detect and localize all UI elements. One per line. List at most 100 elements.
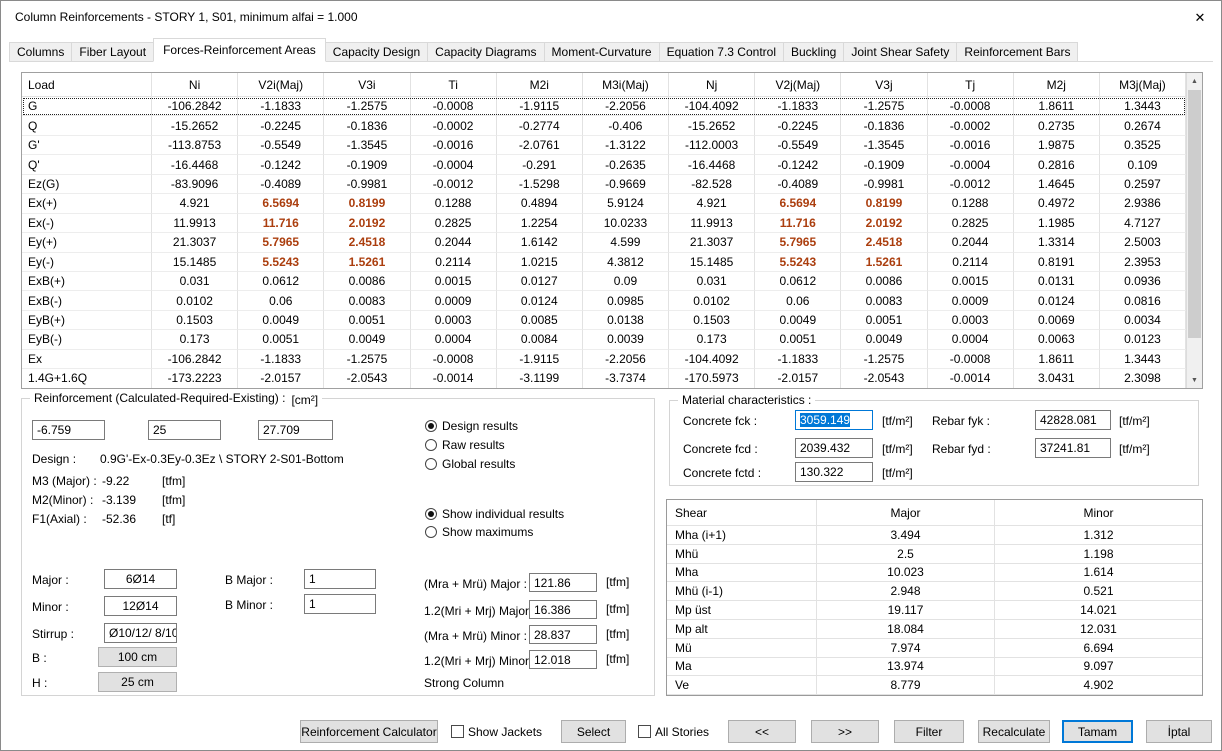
forces-row-exb[interactable]: ExB(-)0.01020.060.00830.00090.01240.0985… (22, 291, 1186, 310)
all-stories-checkbox[interactable]: All Stories (638, 720, 709, 743)
show-jackets-checkbox[interactable]: Show Jackets (451, 720, 542, 743)
cancel-button[interactable]: İptal (1146, 720, 1212, 743)
checkbox-icon[interactable] (638, 725, 651, 738)
radio-icon[interactable] (425, 526, 437, 538)
b-major-field[interactable]: 1 (304, 569, 376, 589)
radio-raw-results[interactable]: Raw results (425, 438, 505, 452)
h-value-box[interactable]: 25 cm (98, 672, 177, 692)
forces-row-g[interactable]: G-106.2842-1.1833-1.2575-0.0008-1.9115-2… (22, 97, 1186, 116)
rebar-fyd-field[interactable]: 37241.81 (1035, 438, 1111, 458)
forces-row-ex[interactable]: Ex(+)4.9216.56940.81990.12880.48945.9124… (22, 194, 1186, 213)
forces-column-header-ti[interactable]: Ti (411, 73, 497, 97)
shear-major-cell: 10.023 (817, 564, 995, 583)
shear-major-cell: 8.779 (817, 676, 995, 695)
tab-reinforcement-bars[interactable]: Reinforcement Bars (956, 42, 1078, 62)
forces-row-g[interactable]: G'-113.8753-0.5549-1.3545-0.0016-2.0761-… (22, 136, 1186, 155)
tab-capacity-diagrams[interactable]: Capacity Diagrams (427, 42, 544, 62)
required-area-field[interactable]: 25 (148, 420, 221, 440)
radio-icon[interactable] (425, 458, 437, 470)
concrete-fctd-field[interactable]: 130.322 (795, 462, 873, 482)
forces-row-ex[interactable]: Ex-106.2842-1.1833-1.2575-0.0008-1.9115-… (22, 350, 1186, 369)
checkbox-icon[interactable] (451, 725, 464, 738)
value-cell: -0.4089 (238, 175, 324, 194)
forces-column-header-v3i[interactable]: V3i (324, 73, 410, 97)
radio-global-results[interactable]: Global results (425, 457, 515, 471)
rebar-fyk-field[interactable]: 42828.081 (1035, 410, 1111, 430)
recalculate-button[interactable]: Recalculate (978, 720, 1050, 743)
calculated-area-field[interactable]: -6.759 (32, 420, 105, 440)
tab-moment-curvature[interactable]: Moment-Curvature (544, 42, 660, 62)
mri-mrj-minor-field[interactable]: 12.018 (529, 650, 597, 669)
concrete-fck-field[interactable]: 3059.149 (795, 410, 873, 430)
mra-mru-minor-field[interactable]: 28.837 (529, 625, 597, 644)
forces-row-1-4g-1-6q[interactable]: 1.4G+1.6Q-173.2223-2.0157-2.0543-0.0014-… (22, 369, 1186, 388)
forces-row-eyb[interactable]: EyB(+)0.15030.00490.00510.00030.00850.01… (22, 311, 1186, 330)
tab-equation-7-3-control[interactable]: Equation 7.3 Control (659, 42, 784, 62)
radio-show-maximums[interactable]: Show maximums (425, 525, 533, 539)
forces-column-header-load[interactable]: Load (22, 73, 152, 97)
radio-show-individual-results[interactable]: Show individual results (425, 507, 564, 521)
forces-column-header-m2i[interactable]: M2i (497, 73, 583, 97)
tab-capacity-design[interactable]: Capacity Design (325, 42, 428, 62)
existing-area-field[interactable]: 27.709 (258, 420, 333, 440)
select-button[interactable]: Select (561, 720, 626, 743)
filter-button[interactable]: Filter (894, 720, 964, 743)
material-group: Material characteristics : Concrete fck … (669, 400, 1199, 486)
vertical-scrollbar[interactable]: ▲ ▼ (1186, 73, 1202, 388)
forces-row-ez-g[interactable]: Ez(G)-83.9096-0.4089-0.9981-0.0012-1.529… (22, 175, 1186, 194)
value-cell: 15.1485 (152, 253, 238, 272)
value-cell: 0.0985 (583, 291, 669, 310)
tab-columns[interactable]: Columns (9, 42, 72, 62)
tab-buckling[interactable]: Buckling (783, 42, 844, 62)
b-value-box[interactable]: 100 cm (98, 647, 177, 667)
b-minor-field[interactable]: 1 (304, 594, 376, 614)
tab-joint-shear-safety[interactable]: Joint Shear Safety (843, 42, 957, 62)
forces-column-header-nj[interactable]: Nj (669, 73, 755, 97)
mra-mru-major-field[interactable]: 121.86 (529, 573, 597, 592)
mri-mrj-major-field[interactable]: 16.386 (529, 600, 597, 619)
forces-column-header-m3i-maj[interactable]: M3i(Maj) (583, 73, 669, 97)
forces-column-header-ni[interactable]: Ni (152, 73, 238, 97)
major-rebar-field[interactable]: 6Ø14 (104, 569, 177, 589)
forces-column-header-m3j-maj[interactable]: M3j(Maj) (1100, 73, 1186, 97)
forces-row-eyb[interactable]: EyB(-)0.1730.00510.00490.00040.00840.003… (22, 330, 1186, 349)
forces-column-header-v2j-maj[interactable]: V2j(Maj) (755, 73, 841, 97)
close-icon[interactable]: ✕ (1189, 7, 1211, 29)
forces-row-ex[interactable]: Ex(-)11.991311.7162.01920.28251.225410.0… (22, 214, 1186, 233)
forces-column-header-v2i-maj[interactable]: V2i(Maj) (238, 73, 324, 97)
tab-forces-reinforcement-areas[interactable]: Forces-Reinforcement Areas (153, 38, 326, 62)
previous-button[interactable]: << (728, 720, 796, 743)
reinforcement-calculator-button[interactable]: Reinforcement Calculator (300, 720, 438, 743)
forces-row-ey[interactable]: Ey(+)21.30375.79652.45180.20441.61424.59… (22, 233, 1186, 252)
next-button[interactable]: >> (811, 720, 879, 743)
value-cell: 1.0215 (497, 253, 583, 272)
value-cell: 6.5694 (238, 194, 324, 213)
load-case-cell: Ey(+) (22, 233, 152, 252)
scrollbar-thumb[interactable] (1188, 90, 1201, 338)
minor-rebar-field[interactable]: 12Ø14 (104, 596, 177, 616)
tab-fiber-layout[interactable]: Fiber Layout (71, 42, 154, 62)
forces-table-body: G-106.2842-1.1833-1.2575-0.0008-1.9115-2… (22, 97, 1186, 388)
stirrup-field[interactable]: Ø10/12/ 8/10 (104, 623, 177, 643)
dialog-window: Column Reinforcements - STORY 1, S01, mi… (0, 0, 1222, 751)
forces-column-header-v3j[interactable]: V3j (841, 73, 927, 97)
forces-row-exb[interactable]: ExB(+)0.0310.06120.00860.00150.01270.090… (22, 272, 1186, 291)
radio-design-results[interactable]: Design results (425, 419, 518, 433)
value-cell: -0.1242 (755, 155, 841, 174)
scroll-up-icon[interactable]: ▲ (1187, 73, 1202, 89)
radio-icon[interactable] (425, 439, 437, 451)
ok-button[interactable]: Tamam (1062, 720, 1133, 743)
stirrup-label: Stirrup : (32, 627, 74, 641)
radio-icon[interactable] (425, 508, 437, 520)
forces-column-header-m2j[interactable]: M2j (1014, 73, 1100, 97)
scroll-down-icon[interactable]: ▼ (1187, 372, 1202, 388)
value-cell: -83.9096 (152, 175, 238, 194)
value-cell: -173.2223 (152, 369, 238, 388)
forces-column-header-tj[interactable]: Tj (928, 73, 1014, 97)
forces-row-ey[interactable]: Ey(-)15.14855.52431.52610.21141.02154.38… (22, 253, 1186, 272)
value-cell: 0.1503 (152, 311, 238, 330)
forces-row-q[interactable]: Q'-16.4468-0.1242-0.1909-0.0004-0.291-0.… (22, 155, 1186, 174)
forces-row-q[interactable]: Q-15.2652-0.2245-0.1836-0.0002-0.2774-0.… (22, 116, 1186, 135)
concrete-fcd-field[interactable]: 2039.432 (795, 438, 873, 458)
radio-icon[interactable] (425, 420, 437, 432)
